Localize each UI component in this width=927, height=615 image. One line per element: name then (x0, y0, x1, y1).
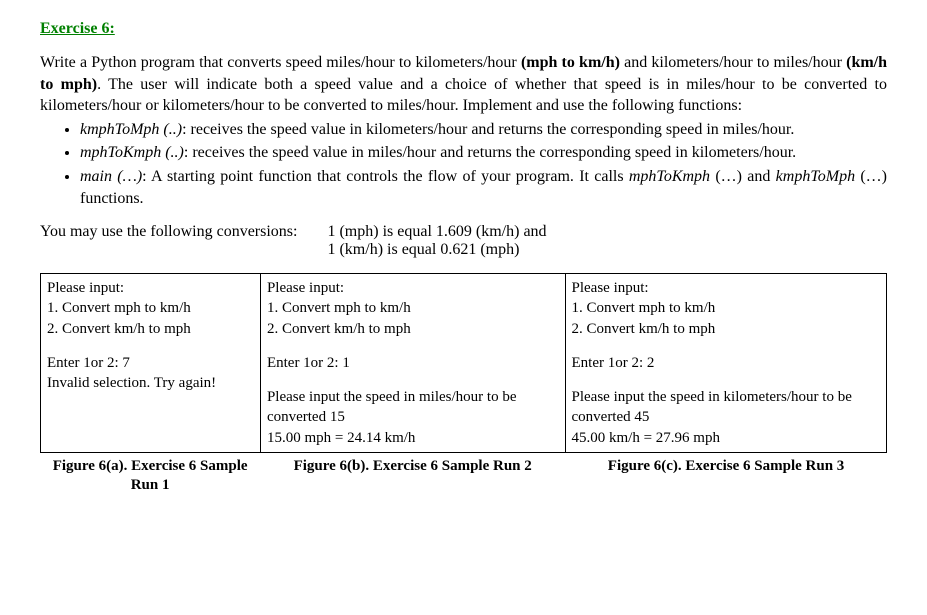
intro-bold-1: (mph to km/h) (521, 54, 620, 71)
function-list: kmphToMph (..): receives the speed value… (80, 119, 887, 209)
sample-line: Please input: (267, 278, 559, 298)
list-item: mphToKmph (..): receives the speed value… (80, 142, 887, 164)
conversions-row: You may use the following conversions: 1… (40, 223, 887, 259)
func-desc-a: : A starting point function that control… (142, 168, 629, 185)
sample-a-cell: Please input: 1. Convert mph to km/h 2. … (41, 274, 261, 453)
conversion-line-1: 1 (mph) is equal 1.609 (km/h) and (327, 223, 887, 241)
captions-row: Figure 6(a). Exercise 6 Sample Run 1 Fig… (40, 457, 887, 496)
sample-c-cell: Please input: 1. Convert mph to km/h 2. … (565, 274, 887, 453)
sample-line: 1. Convert mph to km/h (572, 298, 881, 318)
sample-line: Enter 1or 2: 1 (267, 353, 559, 373)
sample-line: 2. Convert km/h to mph (572, 319, 881, 339)
sample-line: Please input: (47, 278, 254, 298)
sample-b-cell: Please input: 1. Convert mph to km/h 2. … (260, 274, 565, 453)
sample-line: Invalid selection. Try again! (47, 373, 254, 393)
caption-b: Figure 6(b). Exercise 6 Sample Run 2 (260, 457, 565, 496)
func-desc: : receives the speed value in miles/hour… (184, 144, 796, 161)
exercise-title: Exercise 6: (40, 20, 887, 38)
func-call-2: kmphToMph (776, 168, 855, 185)
list-item: kmphToMph (..): receives the speed value… (80, 119, 887, 141)
conversions-label: You may use the following conversions: (40, 223, 327, 259)
sample-line: 1. Convert mph to km/h (47, 298, 254, 318)
conversions-values: 1 (mph) is equal 1.609 (km/h) and 1 (km/… (327, 223, 887, 259)
intro-text-2: and kilometers/hour to miles/hour (620, 54, 846, 71)
sample-line: 1. Convert mph to km/h (267, 298, 559, 318)
sample-line: Please input the speed in miles/hour to … (267, 387, 559, 428)
func-call-1: mphToKmph (629, 168, 710, 185)
list-item: main (…): A starting point function that… (80, 166, 887, 209)
func-name-kmphtomph: kmphToMph (..) (80, 121, 182, 138)
sample-line: Please input the speed in kilometers/hou… (572, 387, 881, 428)
intro-text-1: Write a Python program that converts spe… (40, 54, 521, 71)
func-desc-b: (…) and (710, 168, 776, 185)
sample-line: Enter 1or 2: 7 (47, 353, 254, 373)
sample-line: 2. Convert km/h to mph (267, 319, 559, 339)
sample-line: Enter 1or 2: 2 (572, 353, 881, 373)
intro-paragraph: Write a Python program that converts spe… (40, 52, 887, 117)
sample-line: Please input: (572, 278, 881, 298)
conversion-line-2: 1 (km/h) is equal 0.621 (mph) (327, 241, 887, 259)
sample-runs-table: Please input: 1. Convert mph to km/h 2. … (40, 273, 887, 453)
sample-line: 45.00 km/h = 27.96 mph (572, 428, 881, 448)
caption-c: Figure 6(c). Exercise 6 Sample Run 3 (565, 457, 887, 496)
sample-line: 2. Convert km/h to mph (47, 319, 254, 339)
sample-line: 15.00 mph = 24.14 km/h (267, 428, 559, 448)
func-name-mphtokmph: mphToKmph (..) (80, 144, 184, 161)
func-name-main: main (…) (80, 168, 142, 185)
intro-text-3: . The user will indicate both a speed va… (40, 76, 887, 115)
caption-a: Figure 6(a). Exercise 6 Sample Run 1 (40, 457, 260, 496)
func-desc: : receives the speed value in kilometers… (182, 121, 794, 138)
